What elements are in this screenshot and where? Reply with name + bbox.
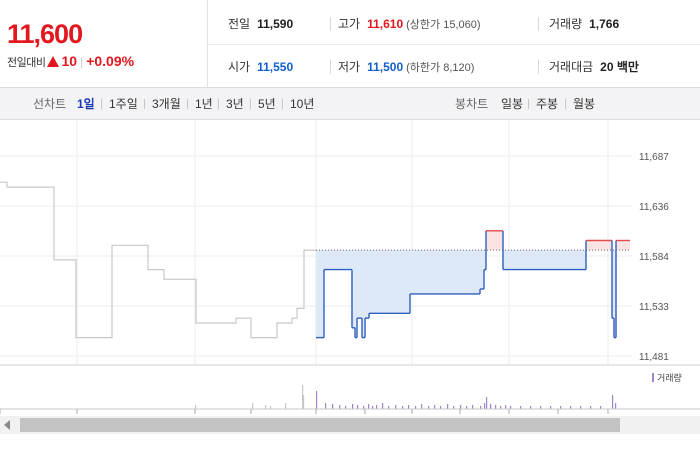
stat-divider [538,60,539,74]
line-chart-label: 선차트 [33,97,67,111]
stat-label: 저가 [338,60,361,74]
volume-bar [421,404,423,409]
stat-label: 시가 [228,60,251,74]
stat-value: 11,550 [257,60,294,74]
stat-value: 11,610 [367,17,404,31]
period-3y-button[interactable]: 3년 [226,97,244,111]
stat-divider [330,17,331,31]
chart-scrollbar[interactable] [0,416,700,434]
period-1d-button[interactable]: 1일 [77,97,95,111]
volume-bar [265,405,267,409]
volume-bars [195,385,617,409]
volume-bar [332,404,334,409]
stat-turnover: 거래대금 20 백만 [549,59,639,75]
volume-bar [395,405,397,409]
volume-bar [339,405,341,409]
period-5y-button[interactable]: 5년 [258,97,276,111]
period-1w-button[interactable]: 1주일 [109,97,138,111]
toolbar-divider [101,99,102,109]
stat-row-divider [208,44,700,45]
today-area-above-reference [316,230,630,251]
volume-bar [460,405,462,409]
period-1y-button[interactable]: 1년 [195,97,213,111]
change-percent: +0.09% [86,53,135,69]
toolbar-divider [528,99,529,109]
change-value: 10 [61,53,78,69]
volume-bar [376,405,378,409]
price-chart: 11,687 11,636 11,584 11,533 11,481 거래량 [0,120,700,414]
y-tick-label: 11,584 [639,252,669,263]
toolbar-divider [187,99,188,109]
toolbar-divider [565,99,566,109]
volume-bar [408,405,410,409]
stat-label: 거래량 [549,17,583,31]
stat-sub: (상한가 15,060) [406,19,481,31]
stat-high: 고가 11,610 (상한가 15,060) [338,16,481,33]
y-axis-labels: 11,687 11,636 11,584 11,533 11,481 [639,152,669,363]
volume-bar [472,405,474,409]
y-tick-label: 11,533 [639,302,669,313]
volume-bar [195,405,197,409]
toolbar-divider [218,99,219,109]
volume-bar [484,403,486,409]
volume-legend-label: 거래량 [657,372,682,383]
volume-bar [285,403,287,409]
chart-toolbar: 선차트 1일 1주일 3개월 1년 3년 5년 10년 봉차트 일봉 주봉 월봉 [0,88,700,120]
volume-bar [495,405,497,409]
volume-bar [612,395,614,409]
x-axis-ticks [0,409,609,414]
y-tick-label: 11,687 [639,152,669,163]
stat-sub: (하한가 8,120) [406,62,475,74]
volume-bar [357,405,359,409]
toolbar-divider [250,99,251,109]
stat-divider [538,17,539,31]
change-label: 전일대비 [7,57,46,69]
period-3m-button[interactable]: 3개월 [152,97,181,111]
current-price: 11,600 [7,19,83,49]
volume-bar [252,403,254,409]
volume-bar [303,395,305,409]
stat-open: 시가 11,550 [228,59,293,75]
volume-bar [447,404,449,409]
volume-bar [615,403,617,409]
y-tick-label: 11,636 [639,202,669,213]
volume-bar [486,397,488,409]
stat-prev-close: 전일 11,590 [228,16,293,32]
volume-bar [316,391,318,409]
volume-bar [382,403,384,409]
toolbar-divider [144,99,145,109]
y-tick-label: 11,481 [639,352,669,363]
period-10y-button[interactable]: 10년 [290,97,314,111]
toolbar-divider [282,99,283,109]
stat-value: 1,766 [589,17,620,31]
stat-label: 거래대금 [549,60,594,74]
stat-label: 고가 [338,17,361,31]
stock-summary: 11,600 전일대비 10 | +0.09% 전일 11,590 고가 11,610 (상… [0,0,700,88]
volume-bar [368,404,370,409]
volume-legend-swatch [652,373,654,382]
candle-chart-label: 봉차트 [455,97,489,111]
volume-bar [325,403,327,409]
stat-value: 11,590 [257,17,294,31]
scroll-left-icon[interactable] [4,420,10,430]
stat-low: 저가 11,500 (하한가 8,120) [338,59,474,76]
candle-weekly-button[interactable]: 주봉 [536,97,558,111]
price-box: 11,600 전일대비 10 | +0.09% [0,0,208,88]
price-change: 전일대비 10 | +0.09% [7,52,207,72]
stat-divider [330,60,331,74]
stat-value: 11,500 [367,60,404,74]
scrollbar-thumb[interactable] [20,418,620,432]
change-divider: | [80,55,84,69]
stat-label: 전일 [228,17,251,31]
volume-bar [490,404,492,409]
candle-daily-button[interactable]: 일봉 [501,97,523,111]
up-triangle-icon [47,56,60,67]
stat-value: 20 백만 [600,60,639,74]
stat-volume: 거래량 1,766 [549,16,619,32]
volume-bar [505,405,507,409]
volume-bar [352,404,354,409]
volume-bar [434,405,436,409]
candle-monthly-button[interactable]: 월봉 [573,97,595,111]
bottom-spacer [0,434,700,450]
